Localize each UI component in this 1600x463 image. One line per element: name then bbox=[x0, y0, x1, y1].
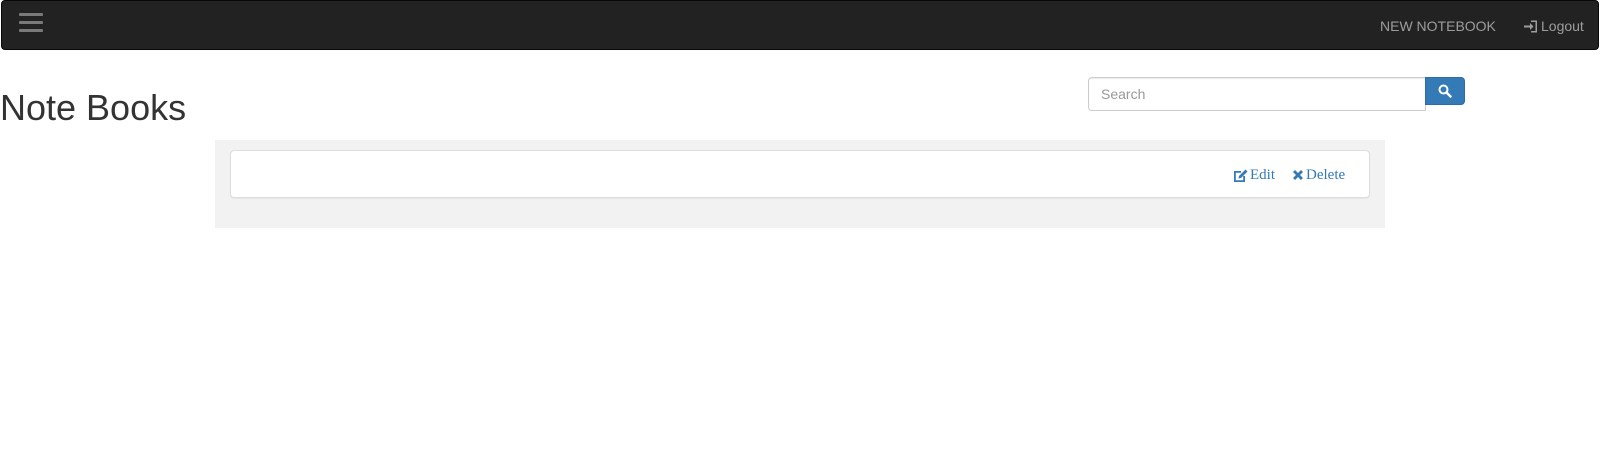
notebook-item: Edit Delete bbox=[230, 150, 1370, 198]
edit-notebook-button[interactable]: Edit bbox=[1233, 166, 1275, 184]
top-navbar: NEW NOTEBOOK Logout bbox=[1, 0, 1599, 50]
log-in-icon bbox=[1524, 20, 1537, 32]
search-icon bbox=[1438, 84, 1452, 98]
search-button[interactable] bbox=[1425, 77, 1465, 105]
page-title: Note Books bbox=[0, 87, 187, 128]
search-input[interactable] bbox=[1088, 77, 1426, 111]
logout-label: Logout bbox=[1541, 18, 1584, 34]
notebook-list: Edit Delete bbox=[215, 140, 1385, 228]
delete-notebook-button[interactable]: Delete bbox=[1291, 166, 1345, 184]
remove-icon bbox=[1293, 170, 1303, 180]
delete-label: Delete bbox=[1306, 167, 1346, 183]
new-notebook-link[interactable]: NEW NOTEBOOK bbox=[1380, 17, 1496, 35]
hamburger-menu-icon[interactable] bbox=[19, 9, 43, 39]
edit-icon bbox=[1234, 169, 1248, 182]
logout-link[interactable]: Logout bbox=[1524, 17, 1584, 35]
edit-label: Edit bbox=[1250, 167, 1275, 183]
